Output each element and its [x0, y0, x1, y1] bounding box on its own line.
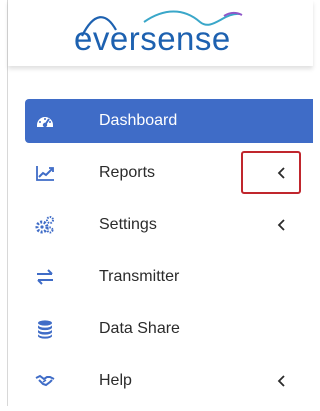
sidebar-item-dashboard[interactable]: Dashboard: [25, 99, 313, 143]
sidebar-nav: Dashboard Reports Settings Transmitter D…: [25, 99, 313, 411]
sidebar-panel: eversense Dashboard Reports Settings Tra…: [7, 0, 313, 406]
handshake-icon: [35, 374, 55, 387]
sidebar-item-label: Reports: [99, 164, 156, 181]
transfer-arrows-icon: [37, 269, 53, 285]
brand-header: eversense: [8, 0, 313, 66]
chart-line-icon: [36, 166, 54, 181]
sidebar-item-settings[interactable]: Settings: [25, 203, 313, 247]
database-icon: [38, 320, 52, 339]
gears-icon: [35, 216, 54, 234]
sidebar-item-label: Data Share: [99, 320, 180, 337]
chevron-left-icon[interactable]: [276, 374, 286, 388]
sidebar-item-label: Settings: [99, 216, 157, 233]
sidebar-item-label: Transmitter: [99, 268, 180, 285]
logo-text: eversense: [74, 20, 231, 57]
eversense-logo[interactable]: eversense: [74, 6, 274, 62]
sidebar-item-transmitter[interactable]: Transmitter: [25, 255, 313, 299]
sidebar-item-label: Help: [99, 372, 132, 389]
reports-chevron-highlight-box: [241, 151, 301, 194]
sidebar-item-data-share[interactable]: Data Share: [25, 307, 313, 351]
chevron-left-icon[interactable]: [276, 218, 286, 232]
dashboard-icon: [37, 117, 53, 128]
sidebar-item-help[interactable]: Help: [25, 359, 313, 403]
sidebar-item-label: Dashboard: [99, 112, 178, 129]
